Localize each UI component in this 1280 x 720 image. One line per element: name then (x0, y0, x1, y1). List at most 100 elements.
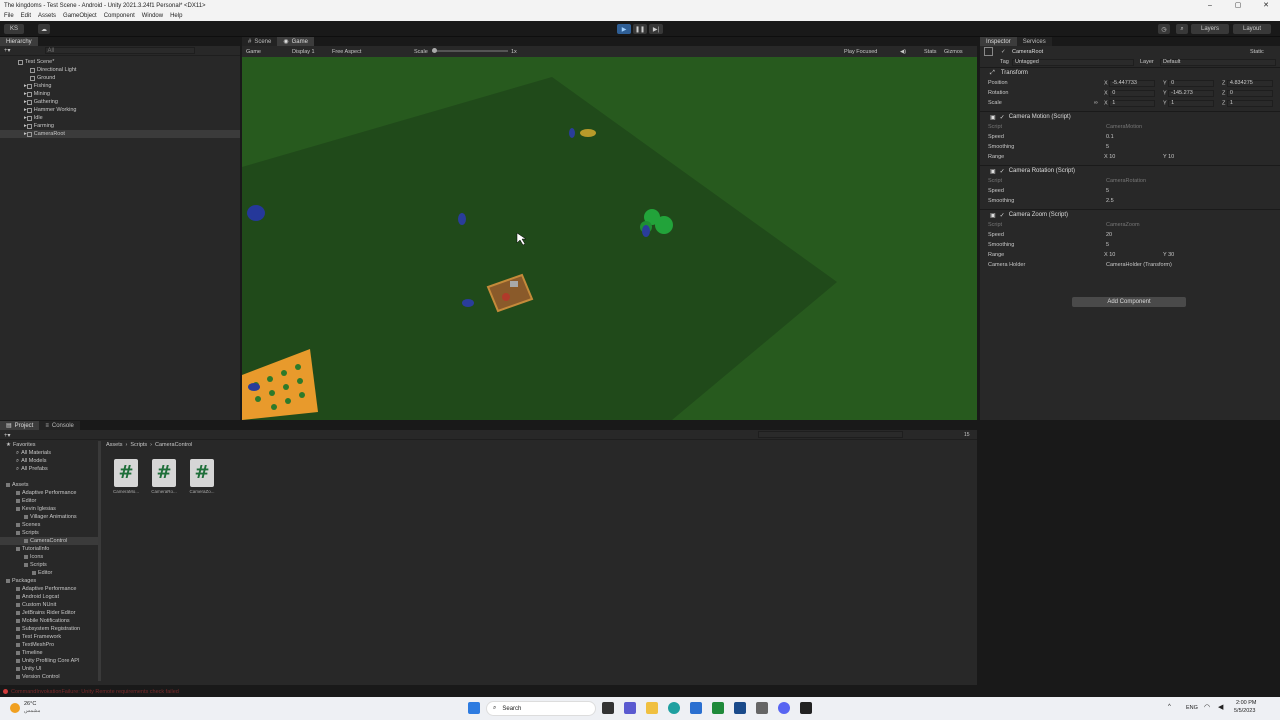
rotation-z-field[interactable]: 0 (1226, 89, 1273, 97)
tab-scene[interactable]: # Scene (242, 37, 278, 46)
close-icon[interactable]: ✕ (1252, 0, 1280, 11)
script-field[interactable]: CameraRotation (1106, 178, 1146, 184)
hierarchy-item[interactable]: Ground (0, 74, 240, 82)
range-x-field[interactable]: 10 (1109, 154, 1115, 160)
tab-hierarchy[interactable]: Hierarchy (0, 37, 38, 46)
display-dropdown[interactable]: Display 1 (292, 49, 315, 55)
scene-root-item[interactable]: Test Scene* (0, 58, 240, 66)
folder-item[interactable]: Scripts (0, 529, 100, 537)
speed-field[interactable]: 20 (1106, 232, 1112, 238)
game-mode-dropdown[interactable]: Game (246, 49, 261, 55)
history-icon[interactable]: ◷ (1158, 24, 1170, 34)
tab-services[interactable]: Services (1016, 37, 1052, 46)
breadcrumb-item[interactable]: Scripts (130, 442, 147, 448)
layers-dropdown[interactable]: Layers (1191, 24, 1229, 34)
aspect-dropdown[interactable]: Free Aspect (332, 49, 361, 55)
tab-inspector[interactable]: Inspector (980, 37, 1017, 46)
taskbar-search[interactable]: ⌕ Search (486, 701, 596, 716)
scale-y-field[interactable]: 1 (1168, 99, 1215, 107)
scale-slider[interactable] (432, 48, 508, 53)
breadcrumb-item[interactable]: CameraControl (155, 442, 192, 448)
package-item[interactable]: Mobile Notifications (0, 617, 100, 625)
enabled-checkbox[interactable]: ✓ (1000, 114, 1005, 121)
folder-item[interactable]: Editor (0, 497, 100, 505)
hierarchy-search-input[interactable]: All (44, 47, 195, 54)
favorites-header[interactable]: ★ Favorites (0, 441, 100, 449)
network-icon[interactable]: ◠ (1204, 703, 1210, 711)
favorite-item[interactable]: ⌕ All Prefabs (0, 465, 100, 473)
layout-dropdown[interactable]: Layout (1233, 24, 1271, 34)
file-explorer-icon[interactable] (646, 702, 658, 714)
folder-item[interactable]: Scenes (0, 521, 100, 529)
menu-component[interactable]: Component (104, 13, 135, 19)
create-asset-icon[interactable]: +▾ (4, 432, 11, 439)
static-toggle[interactable]: Static (1250, 49, 1264, 55)
search-icon[interactable]: ⌕ (1176, 24, 1188, 34)
play-focused-dropdown[interactable]: Play Focused (844, 49, 877, 55)
enabled-checkbox[interactable]: ✓ (1000, 168, 1005, 175)
store-icon[interactable] (690, 702, 702, 714)
menu-window[interactable]: Window (142, 13, 163, 19)
smoothing-field[interactable]: 5 (1106, 242, 1109, 248)
script-field[interactable]: CameraMotion (1106, 124, 1142, 130)
rotation-y-field[interactable]: -145.273 (1168, 89, 1215, 97)
range-y-field[interactable]: 30 (1168, 252, 1174, 258)
hierarchy-item[interactable]: ▸ Mining (0, 90, 240, 98)
minimize-icon[interactable]: – (1196, 0, 1224, 11)
script-asset[interactable]: # CameraRo... (151, 459, 177, 499)
step-button[interactable]: ▶| (649, 24, 663, 34)
rotation-x-field[interactable]: 0 (1109, 89, 1156, 97)
menu-gameobject[interactable]: GameObject (63, 13, 97, 19)
speed-field[interactable]: 0.1 (1106, 134, 1114, 140)
volume-icon[interactable]: ◀ (1218, 703, 1223, 711)
position-y-field[interactable]: 0 (1168, 79, 1215, 87)
edge-icon[interactable] (668, 702, 680, 714)
assets-header[interactable]: Assets (0, 481, 100, 489)
camera-rotation-header[interactable]: ▣ ✓ Camera Rotation (Script) (980, 165, 1280, 176)
package-item[interactable]: Adaptive Performance (0, 585, 100, 593)
package-item[interactable]: Custom NUnit (0, 601, 100, 609)
menu-edit[interactable]: Edit (21, 13, 31, 19)
menu-help[interactable]: Help (170, 13, 182, 19)
script-asset[interactable]: # CameraZo... (189, 459, 215, 499)
position-x-field[interactable]: -5.447733 (1109, 79, 1156, 87)
package-item[interactable]: Unity Profiling Core API (0, 657, 100, 665)
unity-icon[interactable] (800, 702, 812, 714)
mute-audio-icon[interactable]: ◀) (900, 49, 906, 55)
camera-holder-field[interactable]: CameraHolder (Transform) (1106, 262, 1172, 268)
tray-chevron-icon[interactable]: ^ (1168, 704, 1171, 710)
tag-dropdown[interactable]: Untagged (1012, 58, 1134, 66)
xbox-icon[interactable] (712, 702, 724, 714)
favorite-item[interactable]: ⌕ All Materials (0, 449, 100, 457)
gizmos-toggle[interactable]: Gizmos (944, 49, 963, 55)
task-view-icon[interactable] (602, 702, 614, 714)
menu-assets[interactable]: Assets (38, 13, 56, 19)
account-button[interactable]: KS (4, 24, 24, 34)
unity-hub-icon[interactable] (756, 702, 768, 714)
clock-date[interactable]: 5/5/2023 (1234, 708, 1255, 714)
folder-item[interactable]: TutorialInfo (0, 545, 100, 553)
clock-time[interactable]: 2:00 PM (1236, 700, 1256, 706)
folder-item[interactable]: Icons (0, 553, 100, 561)
range-y-field[interactable]: 10 (1168, 154, 1174, 160)
game-viewport[interactable] (242, 57, 977, 420)
camera-motion-header[interactable]: ▣ ✓ Camera Motion (Script) (980, 111, 1280, 122)
tree-scrollbar[interactable] (98, 441, 101, 681)
package-item[interactable]: Unity UI (0, 665, 100, 673)
smoothing-field[interactable]: 5 (1106, 144, 1109, 150)
scale-slider-handle[interactable] (432, 48, 437, 53)
hierarchy-item[interactable]: ▸ Fishing (0, 82, 240, 90)
transform-header[interactable]: ⤢ Transform (980, 67, 1280, 78)
scale-x-field[interactable]: 1 (1109, 99, 1156, 107)
maximize-icon[interactable]: ▢ (1224, 0, 1252, 11)
menu-file[interactable]: File (4, 13, 14, 19)
package-item[interactable]: JetBrains Rider Editor (0, 609, 100, 617)
stats-toggle[interactable]: Stats (924, 49, 937, 55)
position-z-field[interactable]: 4.834275 (1226, 79, 1273, 87)
link-icon[interactable]: ∞ (1094, 100, 1098, 106)
favorite-item[interactable]: ⌕ All Models (0, 457, 100, 465)
hierarchy-item[interactable]: ▸ Hammer Working (0, 106, 240, 114)
language-indicator[interactable]: ENG (1186, 705, 1198, 711)
object-name-field[interactable]: CameraRoot (1012, 49, 1043, 55)
camera-zoom-header[interactable]: ▣ ✓ Camera Zoom (Script) (980, 209, 1280, 220)
